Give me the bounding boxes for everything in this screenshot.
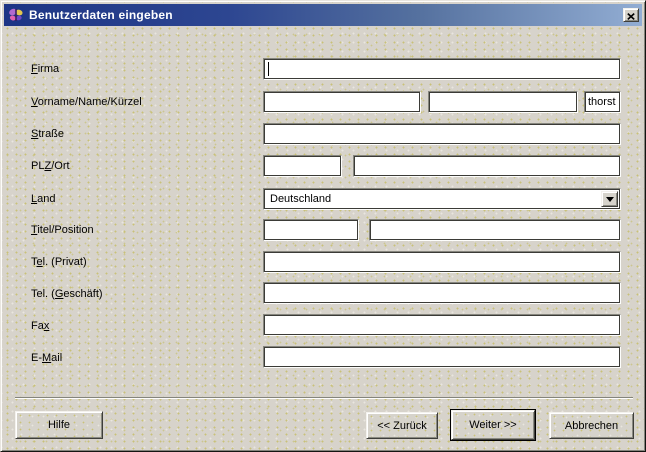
strasse-label: Straße	[31, 128, 64, 141]
position-input[interactable]	[369, 219, 621, 241]
butterfly-app-icon	[8, 7, 24, 23]
vorname-name-kuerzel-label: Vorname/Name/Kürzel	[31, 96, 142, 109]
vorname-input[interactable]	[263, 91, 421, 113]
land-label: Land	[31, 193, 55, 206]
button-area-divider	[15, 397, 633, 399]
text-caret	[268, 62, 269, 76]
titlebar[interactable]: Benutzerdaten eingeben	[4, 4, 642, 26]
chevron-down-icon	[606, 197, 614, 202]
email-label: E-Mail	[31, 352, 62, 365]
firma-label: Firma	[31, 63, 59, 76]
kuerzel-input[interactable]	[584, 91, 621, 113]
name-input[interactable]	[428, 91, 578, 113]
tel-geschaeft-input[interactable]	[263, 282, 621, 304]
email-input[interactable]	[263, 346, 621, 368]
ort-input[interactable]	[353, 155, 621, 177]
strasse-input[interactable]	[263, 123, 621, 145]
land-dropdown-button[interactable]	[601, 191, 618, 207]
firma-input[interactable]	[263, 58, 621, 80]
plz-input[interactable]	[263, 155, 342, 177]
fax-label: Fax	[31, 320, 49, 333]
land-combobox[interactable]: Deutschland	[263, 188, 621, 210]
tel-privat-label: Tel. (Privat)	[31, 256, 87, 269]
tel-geschaeft-label: Tel. (Geschäft)	[31, 288, 103, 301]
back-button[interactable]: << Zurück	[366, 412, 438, 439]
tel-privat-input[interactable]	[263, 251, 621, 273]
titel-input[interactable]	[263, 219, 359, 241]
close-button[interactable]	[623, 8, 639, 22]
fax-input[interactable]	[263, 314, 621, 336]
window-title: Benutzerdaten eingeben	[29, 8, 173, 22]
plz-ort-label: PLZ/Ort	[31, 160, 70, 173]
cancel-button[interactable]: Abbrechen	[549, 412, 634, 439]
help-button[interactable]: Hilfe	[15, 411, 103, 439]
close-icon	[627, 8, 635, 23]
titel-position-label: Titel/Position	[31, 224, 94, 237]
user-data-dialog: Benutzerdaten eingeben Firma Vorname/Nam…	[0, 0, 646, 452]
next-button[interactable]: Weiter >>	[451, 410, 535, 440]
land-selected-value: Deutschland	[270, 193, 331, 205]
